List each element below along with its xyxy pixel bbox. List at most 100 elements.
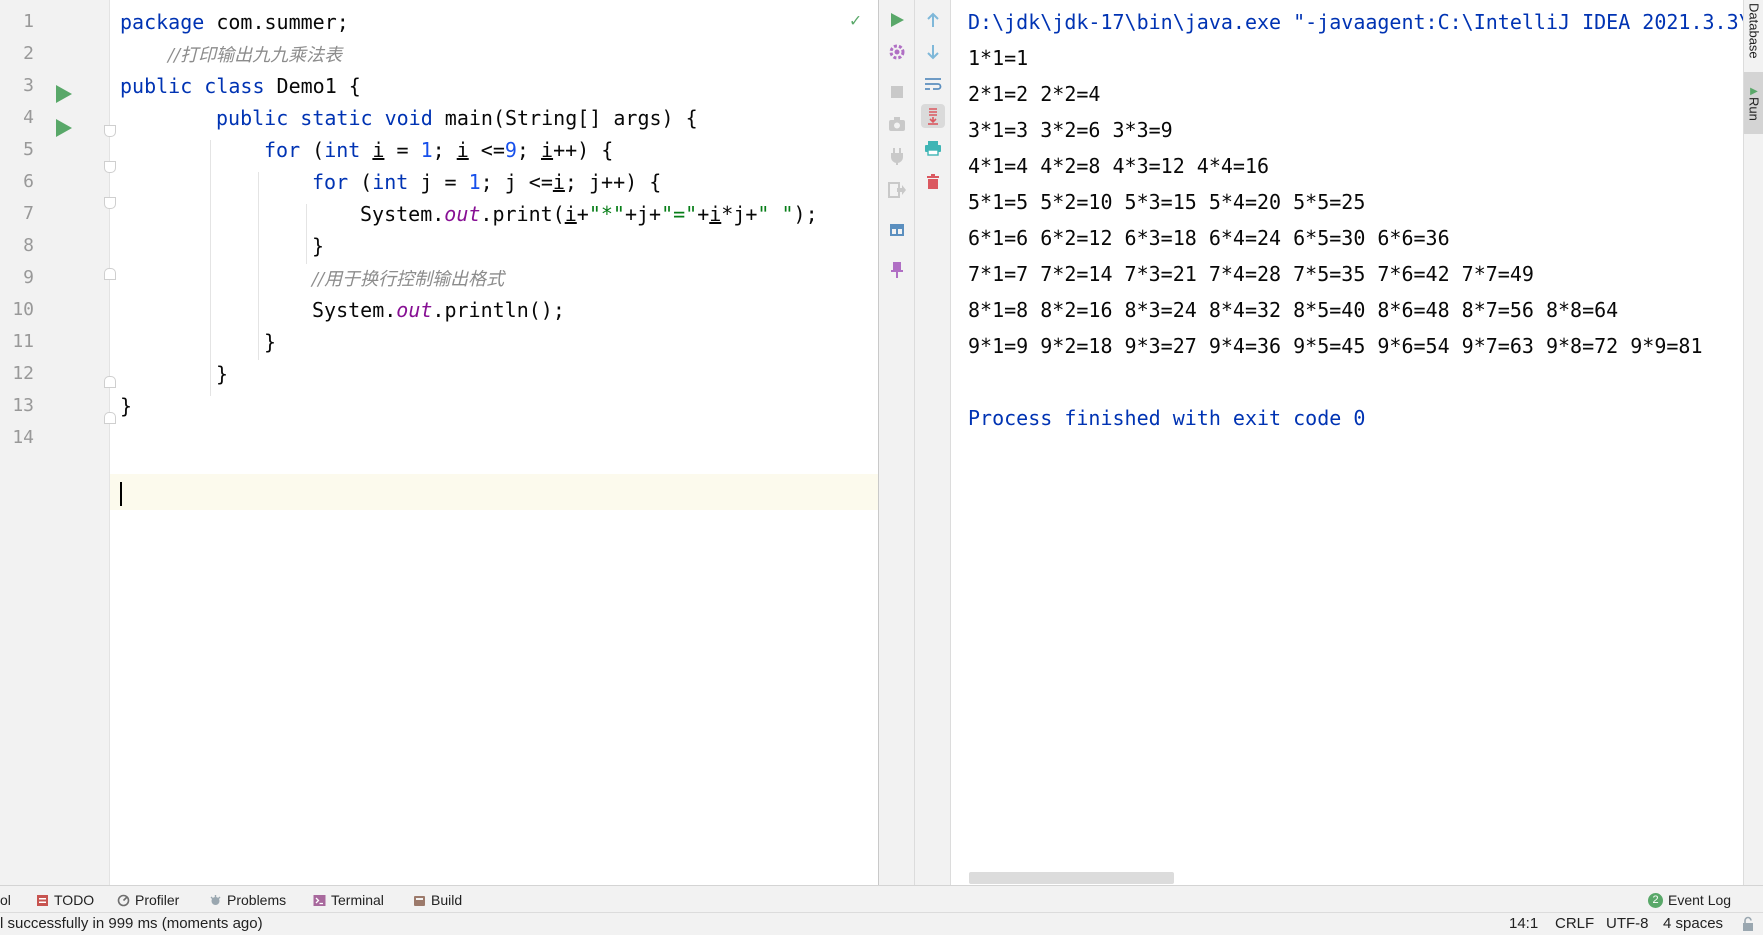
exit-icon[interactable]	[885, 178, 909, 202]
keyword: int	[324, 138, 361, 162]
camera-icon[interactable]	[885, 112, 909, 136]
code-line-10[interactable]: System.out.println();	[312, 292, 565, 328]
code-line-3[interactable]: public class Demo1 {	[120, 68, 361, 104]
code-area[interactable]: package com.summer; //打印输出九九乘法表 public c…	[110, 0, 878, 885]
indent-guide	[306, 204, 307, 264]
console-output-line: 3*1=3 3*2=6 3*3=9	[968, 118, 1173, 142]
console-output-line: 8*1=8 8*2=16 8*3=24 8*4=32 8*5=40 8*6=48…	[968, 298, 1619, 322]
string: "*"	[588, 202, 625, 226]
run-toolbar-right	[915, 0, 951, 885]
keyword: int	[372, 170, 409, 194]
run-main-icon[interactable]	[54, 118, 74, 138]
down-arrow-icon[interactable]	[921, 40, 945, 64]
variable: i	[564, 202, 577, 226]
checkmark-icon[interactable]: ✓	[850, 10, 861, 31]
up-arrow-icon[interactable]	[921, 8, 945, 32]
code-line-12[interactable]: }	[216, 356, 228, 392]
code-line-2[interactable]: //打印输出九九乘法表	[168, 36, 342, 72]
code-text: .print(	[480, 202, 565, 226]
code-text: Demo1 {	[264, 74, 361, 98]
field: out	[444, 202, 481, 226]
stop-icon[interactable]	[885, 80, 909, 104]
rerun-icon[interactable]	[885, 8, 909, 32]
profiler-label: Profiler	[135, 892, 180, 908]
console-output-line: 5*1=5 5*2=10 5*3=15 5*4=20 5*5=25	[968, 190, 1366, 214]
code-text: j =	[408, 170, 469, 194]
text-caret	[120, 481, 122, 506]
keyword: package	[120, 10, 205, 34]
line-number: 1	[23, 11, 34, 32]
layout-icon[interactable]	[885, 218, 909, 242]
build-icon	[414, 895, 425, 906]
indent-guide	[258, 172, 259, 360]
code-line-4[interactable]: public static void main(String[] args) {	[216, 100, 698, 136]
problems-tab[interactable]: Problems	[209, 890, 286, 910]
code-text: +j+	[624, 202, 662, 226]
lock-icon[interactable]	[1740, 916, 1756, 935]
clear-icon[interactable]	[921, 170, 945, 194]
run-console[interactable]: D:\jdk\jdk-17\bin\java.exe "-javaagent:C…	[951, 0, 1743, 885]
code-line-1[interactable]: package com.summer;	[120, 4, 349, 40]
line-number: 9	[23, 267, 34, 288]
console-output-line: 7*1=7 7*2=14 7*3=21 7*4=28 7*5=35 7*6=42…	[968, 262, 1534, 286]
profiler-icon	[117, 894, 130, 906]
code-text: System.	[312, 298, 397, 322]
file-encoding[interactable]: UTF-8	[1606, 915, 1649, 932]
code-text: }	[264, 330, 277, 354]
build-tab[interactable]: Build	[413, 890, 462, 910]
profiler-tab[interactable]: Profiler	[117, 890, 179, 910]
code-line-5[interactable]: for (int i = 1; i <=9; i++) {	[264, 132, 613, 168]
line-number: 10	[12, 299, 34, 320]
keyword: for	[264, 138, 301, 162]
line-number: 6	[23, 171, 34, 192]
number: 1	[420, 138, 433, 162]
run-class-icon[interactable]	[54, 84, 74, 104]
code-line-14[interactable]	[120, 474, 122, 510]
caret-position[interactable]: 14:1	[1509, 915, 1538, 932]
terminal-tab[interactable]: Terminal	[313, 890, 384, 910]
code-line-8[interactable]: }	[312, 228, 324, 264]
line-number: 11	[12, 331, 34, 352]
event-log-tab[interactable]: 2 Event Log	[1648, 890, 1731, 910]
code-line-9[interactable]: //用于换行控制输出格式	[312, 260, 504, 296]
code-text: com.summer;	[204, 10, 349, 34]
code-text: );	[793, 202, 818, 226]
horizontal-scrollbar[interactable]	[969, 872, 1174, 884]
comment: //打印输出九九乘法表	[168, 45, 343, 66]
line-number: 14	[12, 427, 34, 448]
variable: i	[541, 138, 554, 162]
code-line-11[interactable]: }	[264, 324, 276, 360]
line-ending[interactable]: CRLF	[1555, 915, 1594, 932]
keyword: public class	[120, 74, 265, 98]
code-editor[interactable]: 1 2 3 4 5 6 7 8 9 10 11 12 13 14 package…	[0, 0, 878, 885]
pin-icon[interactable]	[885, 258, 909, 282]
editor-gutter: 1 2 3 4 5 6 7 8 9 10 11 12 13 14	[0, 0, 116, 885]
code-text: ;	[516, 138, 542, 162]
code-line-7[interactable]: System.out.print(i+"*"+j+"="+i*j+" ");	[360, 196, 818, 232]
status-bar: l successfully in 999 ms (moments ago) 1…	[0, 912, 1763, 935]
string: " "	[757, 202, 794, 226]
database-tab-label: Database	[1746, 3, 1762, 59]
indent-setting[interactable]: 4 spaces	[1663, 915, 1723, 932]
database-tab[interactable]: Database	[1744, 0, 1763, 62]
code-text: *j+	[721, 202, 758, 226]
status-message[interactable]: l successfully in 999 ms (moments ago)	[0, 915, 263, 932]
scroll-to-end-icon[interactable]	[921, 104, 945, 128]
attach-icon[interactable]	[885, 144, 909, 168]
code-line-6[interactable]: for (int j = 1; j <=i; j++) {	[312, 164, 661, 200]
run-tab[interactable]: ▶ Run	[1744, 72, 1763, 134]
todo-tab[interactable]: TODO	[36, 890, 94, 910]
code-text: .println();	[432, 298, 565, 322]
version-control-tab[interactable]: ol	[0, 890, 11, 910]
print-icon[interactable]	[921, 136, 945, 160]
string: "="	[661, 202, 698, 226]
console-output-line: 9*1=9 9*2=18 9*3=27 9*4=36 9*5=45 9*6=54…	[968, 334, 1703, 358]
code-text: }	[120, 394, 133, 418]
settings-icon[interactable]	[885, 40, 909, 64]
line-number: 2	[23, 43, 34, 64]
code-text: ++) {	[553, 138, 614, 162]
right-tool-stripe: Database ▶ Run	[1743, 0, 1763, 885]
code-line-13[interactable]: }	[120, 388, 132, 424]
terminal-icon	[313, 894, 326, 906]
soft-wrap-icon[interactable]	[921, 72, 945, 96]
